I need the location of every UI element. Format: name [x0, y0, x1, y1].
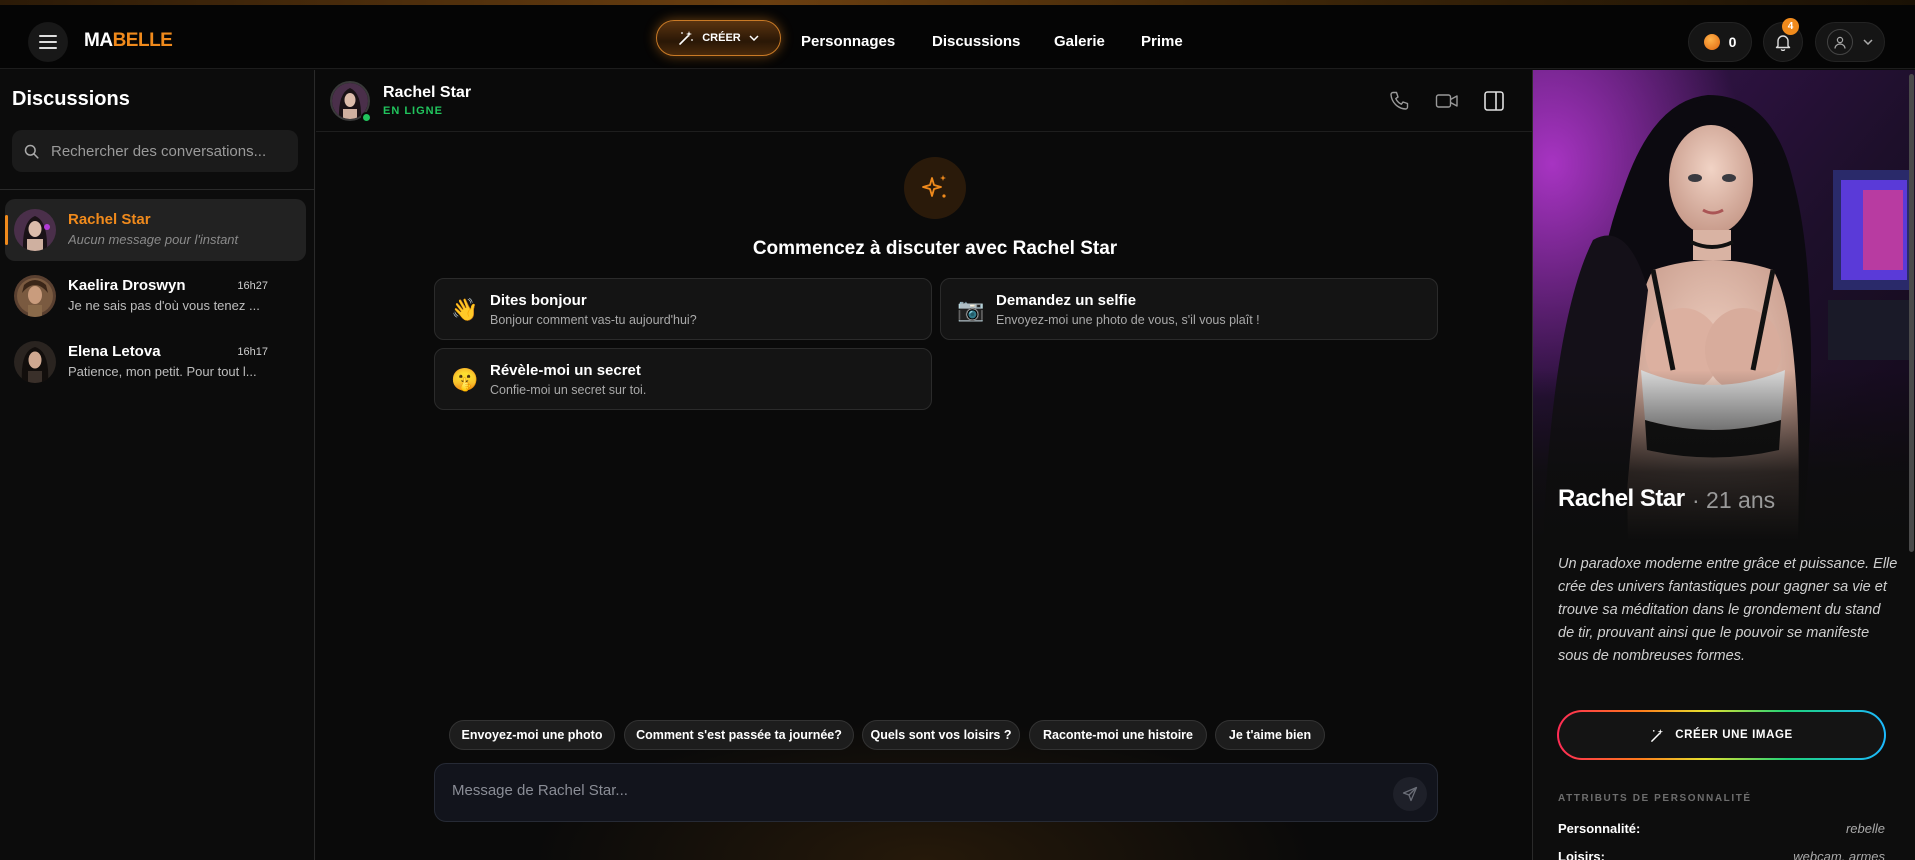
quick-reply-chip[interactable]: Raconte-moi une histoire [1029, 720, 1207, 750]
waving-hand-icon: 👋 [451, 297, 479, 322]
send-button[interactable] [1393, 777, 1427, 811]
coin-count: 0 [1728, 34, 1737, 50]
chevron-down-icon [749, 35, 759, 41]
create-button[interactable]: CRÉER [656, 20, 781, 56]
attribute-key: Personnalité: [1558, 821, 1641, 836]
create-image-label: CRÉER UNE IMAGE [1675, 729, 1793, 741]
magic-wand-icon [1651, 728, 1664, 742]
conversation-item-rachel-star[interactable]: Rachel Star Aucun message pour l'instant [5, 199, 306, 261]
starter-subtitle: Confie-moi un secret sur toi. [490, 383, 647, 397]
send-icon [1402, 786, 1418, 802]
profile-age: · 21 ans [1692, 487, 1776, 513]
contact-name: Rachel Star [383, 84, 472, 101]
hamburger-icon [39, 35, 57, 49]
divider [0, 189, 315, 190]
create-label: CRÉER [702, 32, 741, 44]
nav-prime[interactable]: Prime [1141, 33, 1183, 50]
profile-name: Rachel Star [1558, 485, 1685, 512]
shushing-face-icon: 🤫 [451, 367, 479, 392]
user-menu[interactable] [1815, 22, 1885, 62]
toggle-sidebar-icon[interactable] [1483, 90, 1505, 112]
conversation-time: 16h27 [237, 280, 268, 292]
conversation-preview: Patience, mon petit. Pour tout l... [68, 364, 257, 379]
starter-card-selfie[interactable]: 📷 Demandez un selfie Envoyez-moi une pho… [940, 278, 1438, 340]
brand-logo[interactable]: MABELLE [84, 30, 173, 52]
search-icon [24, 144, 39, 159]
starter-title: Demandez un selfie [996, 292, 1137, 309]
camera-icon: 📷 [957, 297, 985, 322]
user-avatar [1827, 29, 1853, 55]
quick-reply-chip[interactable]: Envoyez-moi une photo [449, 720, 615, 750]
coin-balance[interactable]: 0 [1688, 22, 1752, 62]
user-icon [1834, 36, 1846, 49]
conversations-sidebar: Discussions Rachel Star Aucun message po… [0, 70, 315, 860]
active-indicator [5, 215, 8, 245]
nav-personnages[interactable]: Personnages [801, 33, 895, 50]
conversation-name: Elena Letova [68, 343, 161, 360]
starter-card-say-hello[interactable]: 👋 Dites bonjour Bonjour comment vas-tu a… [434, 278, 932, 340]
starter-card-secret[interactable]: 🤫 Révèle-moi un secret Confie-moi un sec… [434, 348, 932, 410]
starter-title: Révèle-moi un secret [490, 362, 641, 379]
conversation-item-kaelira-droswyn[interactable]: Kaelira Droswyn 16h27 Je ne sais pas d'o… [5, 265, 306, 327]
video-camera-icon[interactable] [1435, 90, 1459, 112]
attribute-value: webcam, armes [1793, 849, 1885, 860]
conversation-name: Rachel Star [68, 211, 151, 228]
conversation-preview: Aucun message pour l'instant [68, 232, 239, 247]
avatar [14, 209, 56, 251]
sidebar-title: Discussions [12, 88, 130, 110]
menu-button[interactable] [28, 22, 68, 62]
message-composer [434, 763, 1438, 822]
sparkle-badge [904, 157, 966, 219]
conversation-time: 16h17 [237, 346, 268, 358]
quick-reply-chip[interactable]: Je t'aime bien [1215, 720, 1325, 750]
conversation-preview: Je ne sais pas d'où vous tenez ... [68, 298, 260, 313]
nav-galerie[interactable]: Galerie [1054, 33, 1105, 50]
starter-subtitle: Envoyez-moi une photo de vous, s'il vous… [996, 313, 1260, 327]
magic-wand-icon [679, 31, 694, 45]
notification-badge: 4 [1782, 18, 1799, 35]
attribute-key: Loisirs: [1558, 849, 1605, 860]
chevron-down-icon [1863, 39, 1873, 45]
online-indicator [361, 112, 372, 123]
top-navigation-bar: MABELLE CRÉER Personnages Discussions Ga… [0, 5, 1915, 69]
scrollbar[interactable] [1909, 74, 1914, 552]
contact-status: EN LIGNE [383, 105, 443, 117]
coin-icon [1703, 34, 1720, 50]
avatar [14, 275, 56, 317]
create-image-button-inner: CRÉER UNE IMAGE [1559, 712, 1884, 758]
phone-icon[interactable] [1388, 90, 1410, 112]
profile-bio: Un paradoxe moderne entre grâce et puiss… [1558, 556, 1898, 664]
nav-discussions[interactable]: Discussions [932, 33, 1020, 50]
bell-icon [1775, 34, 1791, 51]
quick-reply-chip[interactable]: Quels sont vos loisirs ? [862, 720, 1020, 750]
welcome-heading: Commencez à discuter avec Rachel Star [752, 238, 1118, 259]
conversation-name: Kaelira Droswyn [68, 277, 186, 294]
chat-header: Rachel Star EN LIGNE [316, 70, 1532, 132]
create-image-button[interactable]: CRÉER UNE IMAGE [1557, 710, 1886, 760]
starter-subtitle: Bonjour comment vas-tu aujourd'hui? [490, 313, 697, 327]
chat-panel: Rachel Star EN LIGNE Commencez à discute… [316, 70, 1532, 860]
attribute-value: rebelle [1845, 821, 1885, 836]
portrait-fade [1533, 370, 1915, 540]
quick-reply-chip[interactable]: Comment s'est passée ta journée? [624, 720, 854, 750]
character-profile-panel: Rachel Star · 21 ans Un paradoxe moderne… [1532, 70, 1915, 860]
sparkles-icon [922, 175, 946, 198]
search-box[interactable] [12, 130, 298, 172]
avatar [14, 341, 56, 383]
character-portrait [1533, 70, 1915, 540]
conversation-item-elena-letova[interactable]: Elena Letova 16h17 Patience, mon petit. … [5, 331, 306, 393]
search-input[interactable] [51, 142, 291, 160]
message-input[interactable] [452, 782, 1352, 799]
starter-title: Dites bonjour [490, 292, 587, 309]
attributes-heading: ATTRIBUTS DE PERSONNALITÉ [1558, 793, 1752, 804]
